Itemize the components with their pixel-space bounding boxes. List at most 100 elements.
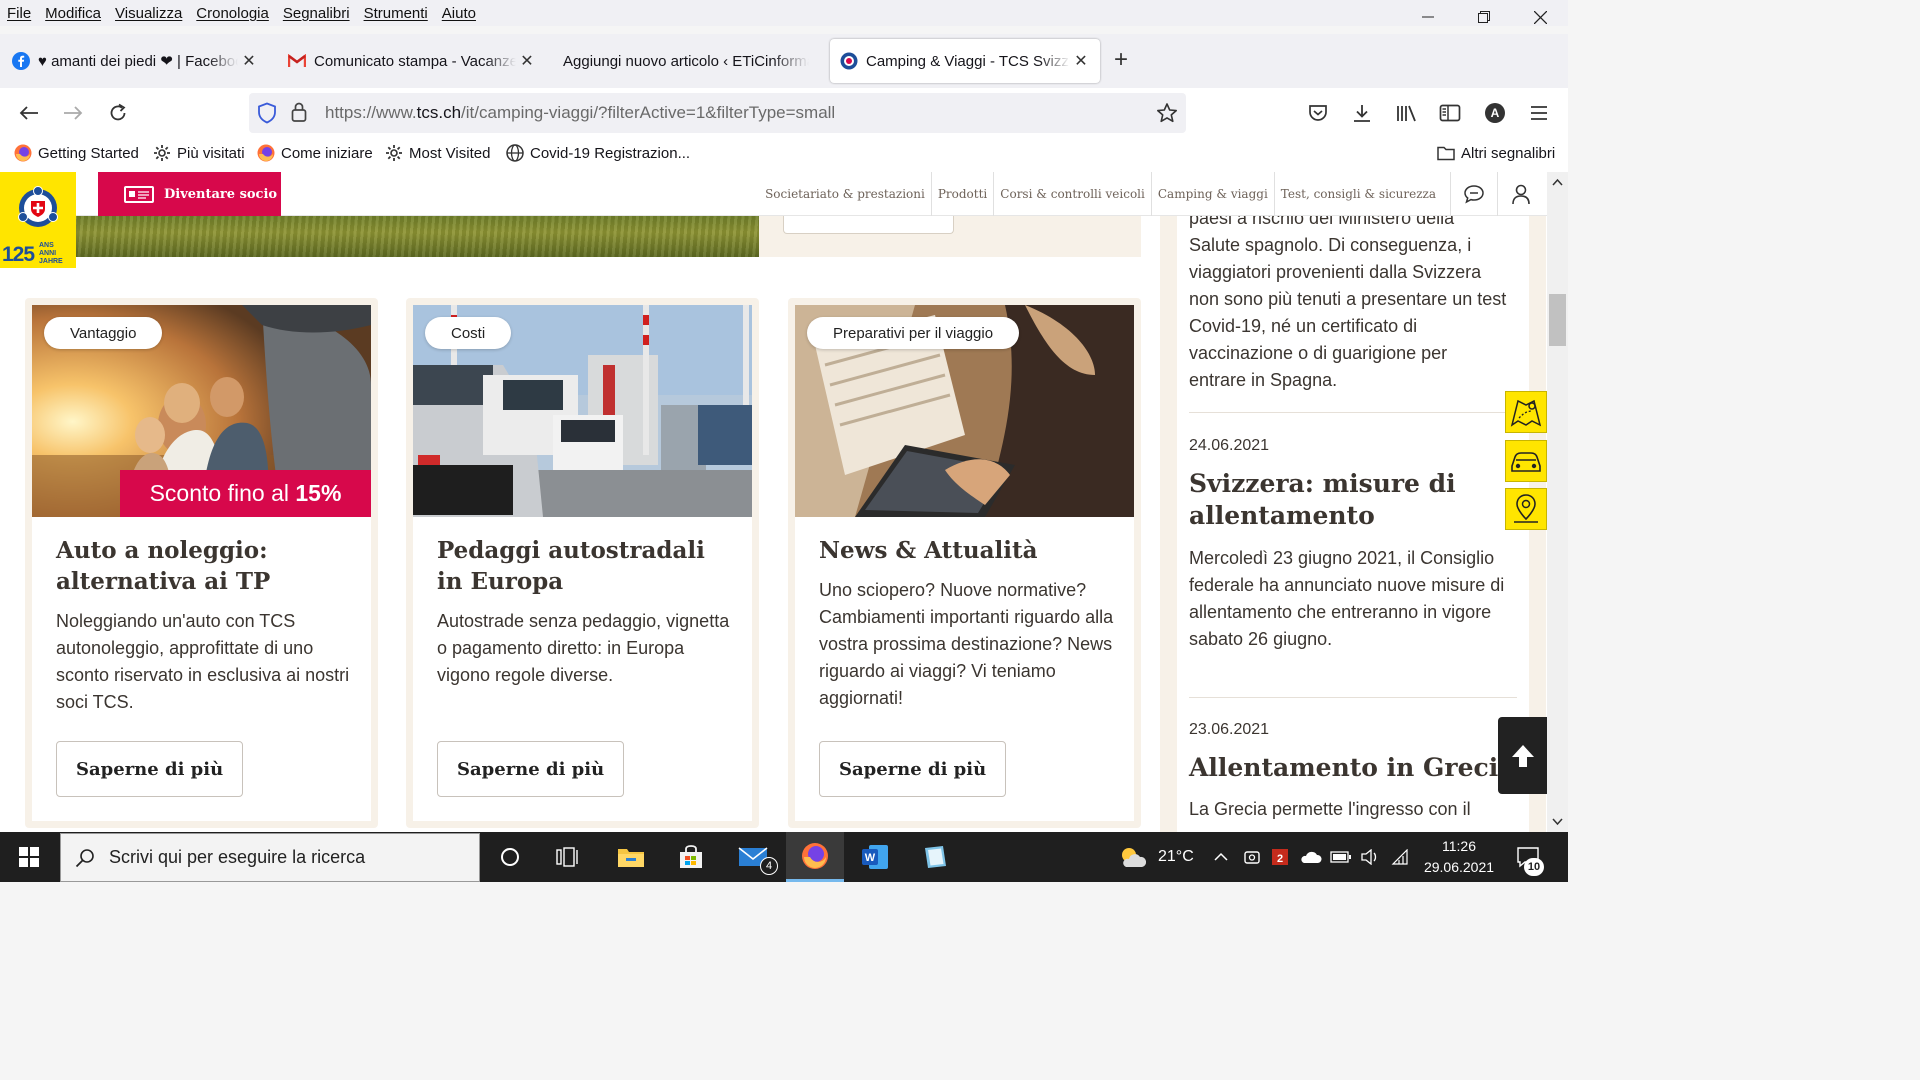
tray-calendar-app[interactable]: 2: [1270, 832, 1290, 882]
url-host: tcs.ch: [416, 103, 462, 122]
card-title[interactable]: Auto a noleggio: alternativa ai TP: [56, 535, 356, 597]
route-planner-button[interactable]: [1505, 391, 1547, 433]
user-login-button[interactable]: [1497, 172, 1543, 216]
nav-camping-viaggi[interactable]: Camping & viaggi: [1152, 172, 1275, 216]
news-title[interactable]: Allentamento in Grecia: [1189, 752, 1519, 784]
app-button[interactable]: [906, 832, 964, 882]
tab-close-icon[interactable]: ✕: [240, 51, 258, 71]
news-text-continued: paesi a rischio del Ministero della Salu…: [1189, 208, 1507, 390]
menu-cronologia[interactable]: Cronologia: [189, 5, 276, 22]
back-to-top-button[interactable]: [1498, 717, 1547, 794]
nav-corsi[interactable]: Corsi & controlli veicoli: [994, 172, 1152, 216]
page-scrollbar[interactable]: [1547, 172, 1568, 832]
tab-title: Comunicato stampa - Vacanze in: [314, 52, 516, 70]
hamburger-menu-icon: [1531, 106, 1547, 120]
minimize-icon: [1422, 16, 1434, 18]
store-button[interactable]: [662, 832, 720, 882]
menu-segnalibri[interactable]: Segnalibri: [276, 5, 357, 22]
menu-aiuto[interactable]: Aiuto: [435, 5, 483, 22]
news-title[interactable]: Svizzera: misure di allentamento: [1189, 468, 1519, 532]
url-bar[interactable]: https://www.tcs.ch/it/camping-viaggi/?fi…: [249, 93, 1186, 133]
bookmark-getting-started[interactable]: Getting Started: [14, 144, 139, 162]
hero-button[interactable]: [783, 216, 954, 234]
scrollbar-thumb[interactable]: [1549, 294, 1566, 346]
app-menu-button[interactable]: [1527, 101, 1551, 125]
downloads-button[interactable]: [1350, 101, 1374, 125]
weather-widget[interactable]: 21°C: [1118, 832, 1194, 882]
start-button[interactable]: [0, 832, 58, 882]
tray-wifi[interactable]: [1390, 832, 1408, 882]
close-window-button[interactable]: [1512, 0, 1568, 34]
svg-text:2: 2: [1277, 853, 1283, 865]
shield-icon[interactable]: [257, 102, 277, 129]
tab-gmail[interactable]: Comunicato stampa - Vacanze in ✕: [278, 39, 546, 83]
minimize-button[interactable]: [1400, 0, 1456, 34]
tray-onedrive[interactable]: [1300, 832, 1322, 882]
tray-meet-now[interactable]: [1244, 832, 1260, 882]
mail-button[interactable]: 4: [724, 832, 782, 882]
reload-button[interactable]: [106, 101, 130, 125]
become-member-button[interactable]: Diventare socio: [98, 172, 281, 216]
tab-close-icon[interactable]: ✕: [518, 51, 536, 71]
tcs-125-logo[interactable]: 125 ANS ANNI JAHRE: [0, 172, 76, 268]
other-bookmarks[interactable]: Altri segnalibri: [1437, 144, 1555, 162]
notepad-icon: [925, 846, 946, 868]
learn-more-button[interactable]: Saperne di più: [437, 741, 625, 797]
card-tolls-europe: Costi Pedaggi autostradali in Europa Aut…: [406, 298, 759, 828]
traffic-info-button[interactable]: [1505, 440, 1547, 482]
back-button[interactable]: [17, 101, 41, 125]
store-bag-icon: [680, 845, 702, 868]
menu-strumenti[interactable]: Strumenti: [357, 5, 435, 22]
tab-tcs-active[interactable]: Camping & Viaggi - TCS Svizzera ✕: [830, 39, 1100, 83]
scroll-down-icon: [1552, 818, 1563, 826]
menu-file[interactable]: File: [0, 5, 38, 22]
menu-visualizza[interactable]: Visualizza: [108, 5, 189, 22]
firefox-taskbar-button[interactable]: [786, 832, 844, 882]
folder-icon: [618, 849, 644, 867]
nav-societariato[interactable]: Societariato & prestazioni: [759, 172, 932, 216]
new-tab-button[interactable]: +: [1114, 46, 1128, 74]
notification-center-button[interactable]: 10: [1516, 832, 1544, 882]
bookmark-most-visited[interactable]: Most Visited: [385, 144, 490, 162]
account-button[interactable]: A: [1483, 101, 1507, 125]
menu-modifica[interactable]: Modifica: [38, 5, 108, 22]
taskbar-search-box[interactable]: Scrivi qui per eseguire la ricerca: [60, 833, 480, 882]
learn-more-button[interactable]: Saperne di più: [56, 741, 244, 797]
tab-close-icon[interactable]: ✕: [1072, 51, 1090, 71]
lock-icon[interactable]: [291, 101, 307, 128]
card-description: Autostrade senza pedaggio, vignetta o pa…: [437, 611, 730, 685]
restore-button[interactable]: [1456, 0, 1512, 34]
nav-test-consigli[interactable]: Test, consigli & sicurezza: [1275, 172, 1442, 216]
file-explorer-button[interactable]: [602, 832, 660, 882]
tray-chevron[interactable]: [1214, 832, 1228, 882]
nav-prodotti[interactable]: Prodotti: [932, 172, 995, 216]
learn-more-button[interactable]: Saperne di più: [819, 741, 1007, 797]
forward-button[interactable]: [61, 101, 85, 125]
cortana-button[interactable]: [481, 832, 539, 882]
tab-facebook[interactable]: ♥ amanti dei piedi ❤ | Facebook ✕: [2, 39, 268, 83]
card-title[interactable]: Pedaggi autostradali in Europa: [437, 535, 737, 597]
bookmark-covid-registrazione[interactable]: Covid-19 Registrazion...: [506, 144, 690, 162]
word-icon: W: [862, 845, 888, 869]
tab-eticinforma[interactable]: Aggiungi nuovo articolo ‹ ETiCinforma: [553, 39, 819, 83]
location-button[interactable]: [1505, 488, 1547, 530]
bookmark-come-iniziare[interactable]: Come iniziare: [257, 144, 373, 162]
notification-count: 10: [1524, 858, 1544, 876]
tray-battery[interactable]: [1330, 832, 1352, 882]
car-icon: [1511, 452, 1541, 472]
bookmark-star-icon[interactable]: [1156, 102, 1178, 129]
logo-anni: ANNI: [39, 250, 57, 257]
tray-volume[interactable]: [1360, 832, 1380, 882]
word-button[interactable]: W: [846, 832, 904, 882]
pocket-button[interactable]: [1306, 101, 1330, 125]
card-title[interactable]: News & Attualità: [819, 535, 1119, 566]
library-button[interactable]: [1395, 101, 1419, 125]
task-view-button[interactable]: [539, 832, 597, 882]
taskbar-clock[interactable]: 11:26 29.06.2021: [1412, 836, 1506, 878]
map-route-icon: [1510, 399, 1542, 427]
chat-button[interactable]: [1450, 172, 1496, 216]
clock-time: 11:26: [1442, 838, 1476, 854]
sidebar-button[interactable]: [1438, 101, 1462, 125]
bookmark-piu-visitati[interactable]: Più visitati: [153, 144, 245, 162]
url-text[interactable]: https://www.tcs.ch/it/camping-viaggi/?fi…: [325, 103, 835, 123]
